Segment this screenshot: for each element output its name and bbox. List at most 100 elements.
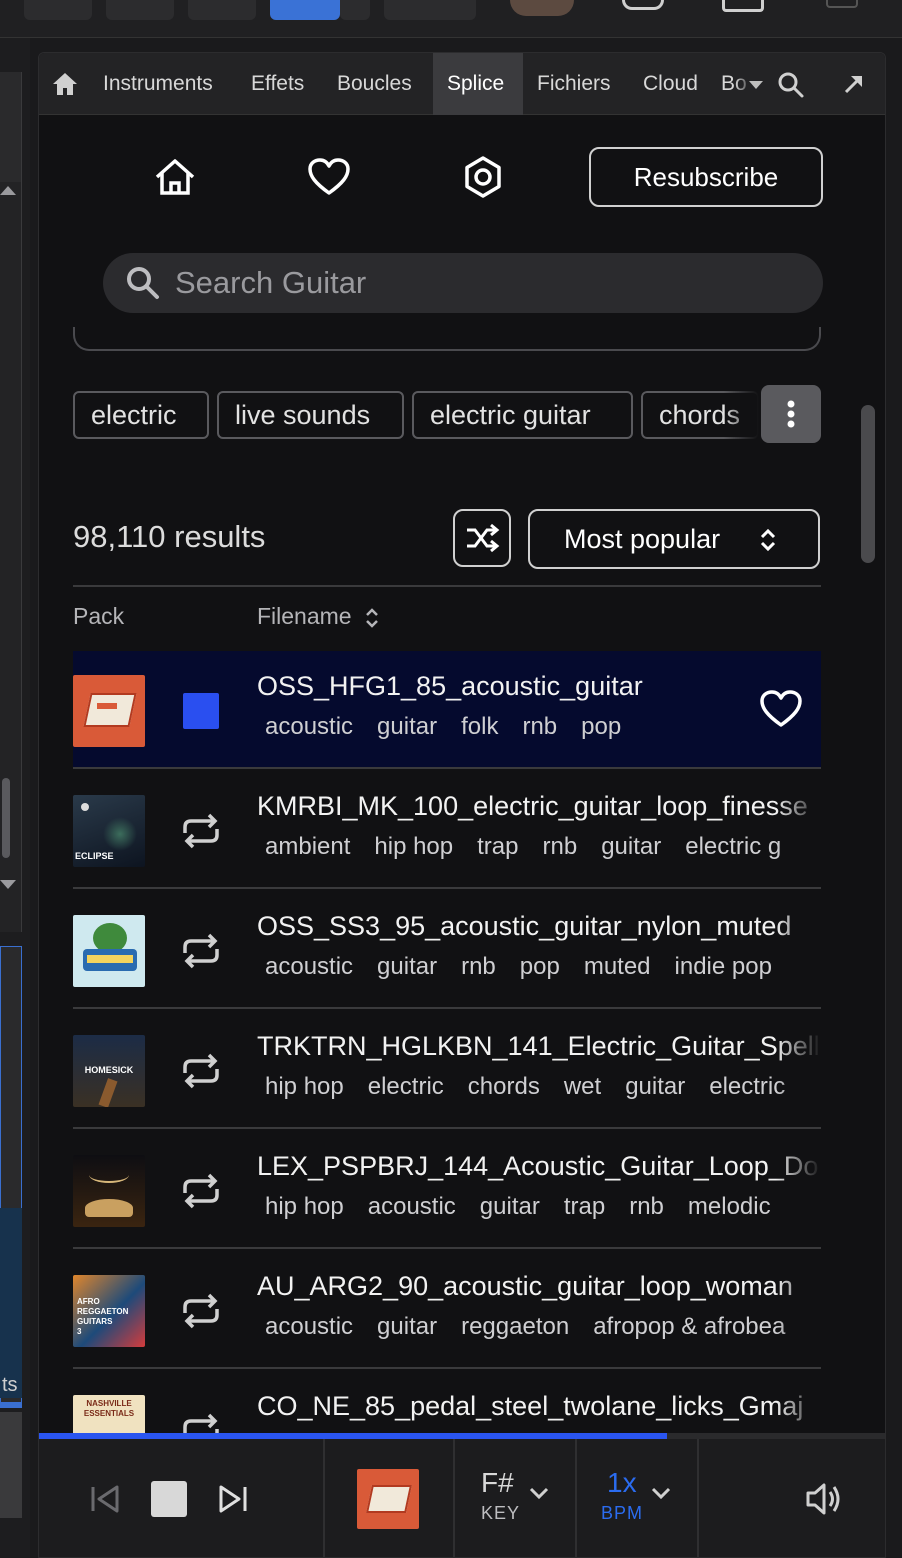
now-playing-thumbnail[interactable] [357, 1469, 419, 1529]
avatar[interactable] [510, 0, 574, 16]
sample-tag[interactable]: hip hop [374, 833, 453, 860]
sample-tag[interactable]: electric g [685, 833, 781, 860]
browser-toggle-button[interactable] [270, 0, 340, 20]
filter-tag[interactable]: electric guitar [412, 391, 633, 439]
host-toolbar-button[interactable] [188, 0, 256, 20]
window-icon[interactable] [826, 0, 858, 8]
host-scrollbar[interactable] [2, 778, 10, 858]
tab-cloud[interactable]: Cloud [629, 53, 712, 115]
tabs-overflow-chevron-icon[interactable] [749, 81, 763, 89]
stop-button[interactable] [151, 1481, 187, 1517]
next-icon[interactable] [217, 1483, 249, 1515]
sample-tag[interactable]: chords [468, 1073, 540, 1100]
sample-tag[interactable]: trap [564, 1193, 605, 1220]
more-tags-button[interactable] [761, 385, 821, 443]
scroll-up-icon[interactable] [0, 186, 16, 195]
loop-icon[interactable] [177, 1171, 225, 1211]
pack-thumbnail[interactable]: AFRO REGGAETON GUITARS 3 [73, 1275, 145, 1347]
sample-tag[interactable]: guitar [625, 1073, 685, 1100]
sample-tag[interactable]: rnb [629, 1193, 664, 1220]
sample-tag[interactable]: acoustic [265, 953, 353, 980]
host-toolbar-button[interactable] [106, 0, 174, 20]
filter-tag[interactable]: live sounds [217, 391, 404, 439]
filter-tag[interactable]: electric [73, 391, 209, 439]
key-value[interactable]: F# [481, 1467, 514, 1499]
sample-tag[interactable]: pop [520, 953, 560, 980]
sample-tag[interactable]: electric [368, 1073, 444, 1100]
sample-tag[interactable]: pop [581, 713, 621, 740]
host-clip[interactable] [0, 1208, 22, 1398]
sample-row[interactable]: ECLIPSE KMRBI_MK_100_electric_guitar_loo… [73, 771, 821, 889]
sample-tag[interactable]: folk [461, 713, 498, 740]
sample-tag[interactable]: acoustic [265, 1313, 353, 1340]
bpm-chevron-down-icon[interactable] [651, 1487, 671, 1501]
home-tab-icon[interactable] [51, 71, 79, 97]
sample-tag[interactable]: acoustic [368, 1193, 456, 1220]
bpm-value[interactable]: 1x [607, 1467, 637, 1499]
tab-splice[interactable]: Splice [433, 53, 523, 115]
column-header-filename[interactable]: Filename [257, 603, 380, 630]
sample-row[interactable]: OSS_HFG1_85_acoustic_guitar acoustic guit… [73, 651, 821, 769]
sample-tag[interactable]: reggaeton [461, 1313, 569, 1340]
host-toolbar-button[interactable] [24, 0, 92, 20]
sample-tag[interactable]: rnb [543, 833, 578, 860]
window-icon[interactable] [722, 0, 764, 12]
expand-arrow-icon[interactable] [843, 73, 865, 95]
results-scrollbar[interactable] [861, 405, 875, 563]
sample-tag[interactable]: indie pop [675, 953, 772, 980]
sample-tag[interactable]: muted [584, 953, 651, 980]
sample-tag[interactable]: guitar [377, 713, 437, 740]
sample-tag[interactable]: rnb [522, 713, 557, 740]
tab-bo[interactable]: Bo [707, 53, 753, 115]
settings-gear-icon[interactable] [461, 155, 505, 199]
host-panel-segment[interactable] [0, 1412, 22, 1518]
scroll-down-icon[interactable] [0, 880, 16, 889]
host-toolbar-button[interactable] [340, 0, 370, 20]
previous-icon[interactable] [89, 1483, 121, 1515]
sample-tag[interactable]: ambient [265, 833, 350, 860]
loop-icon[interactable] [177, 1291, 225, 1331]
pack-thumbnail[interactable] [73, 675, 145, 747]
sample-row[interactable]: HOMESICK TRKTRN_HGLKBN_141_Electric_Guit… [73, 1011, 821, 1129]
key-chevron-down-icon[interactable] [529, 1487, 549, 1501]
sort-dropdown[interactable]: Most popular [528, 509, 820, 569]
tab-boucles[interactable]: Boucles [323, 53, 426, 115]
pack-thumbnail[interactable] [73, 1155, 145, 1227]
loop-icon[interactable] [177, 811, 225, 851]
pack-thumbnail[interactable]: ECLIPSE [73, 795, 145, 867]
loop-icon[interactable] [177, 931, 225, 971]
home-icon[interactable] [153, 157, 197, 197]
tab-fichiers[interactable]: Fichiers [523, 53, 625, 115]
sample-tag[interactable]: rnb [461, 953, 496, 980]
sample-row[interactable]: LEX_PSPBRJ_144_Acoustic_Guitar_Loop_Do h… [73, 1131, 821, 1249]
host-toolbar-button[interactable] [384, 0, 476, 20]
tab-instruments[interactable]: Instruments [89, 53, 227, 115]
sample-tag[interactable]: electric [709, 1073, 785, 1100]
sample-tag[interactable]: melodic [688, 1193, 771, 1220]
sample-tag[interactable]: wet [564, 1073, 601, 1100]
resubscribe-button[interactable]: Resubscribe [589, 147, 823, 207]
sample-tag[interactable]: hip hop [265, 1073, 344, 1100]
sample-tag[interactable]: hip hop [265, 1193, 344, 1220]
like-heart-icon[interactable] [759, 689, 803, 729]
shuffle-button[interactable] [453, 509, 511, 567]
tab-effets[interactable]: Effets [237, 53, 318, 115]
circle-icon[interactable] [622, 0, 664, 10]
pack-thumbnail[interactable] [73, 915, 145, 987]
sample-row[interactable]: AFRO REGGAETON GUITARS 3 AU_ARG2_90_acou… [73, 1251, 821, 1369]
sample-row[interactable]: OSS_SS3_95_acoustic_guitar_nylon_muted a… [73, 891, 821, 1009]
stop-preview-button[interactable] [183, 693, 219, 729]
sample-tag[interactable]: guitar [601, 833, 661, 860]
sample-tag[interactable]: guitar [480, 1193, 540, 1220]
sample-tag[interactable]: afropop & afrobea [593, 1313, 785, 1340]
sample-tag[interactable]: guitar [377, 953, 437, 980]
pack-thumbnail[interactable]: HOMESICK [73, 1035, 145, 1107]
sample-tag[interactable]: trap [477, 833, 518, 860]
volume-speaker-icon[interactable] [805, 1481, 843, 1517]
search-input[interactable]: Search Guitar [103, 253, 823, 313]
sample-tag[interactable]: guitar [377, 1313, 437, 1340]
sample-tag[interactable]: acoustic [265, 713, 353, 740]
loop-icon[interactable] [177, 1051, 225, 1091]
filter-tag[interactable]: chords [641, 391, 759, 439]
favorites-heart-icon[interactable] [307, 157, 351, 197]
